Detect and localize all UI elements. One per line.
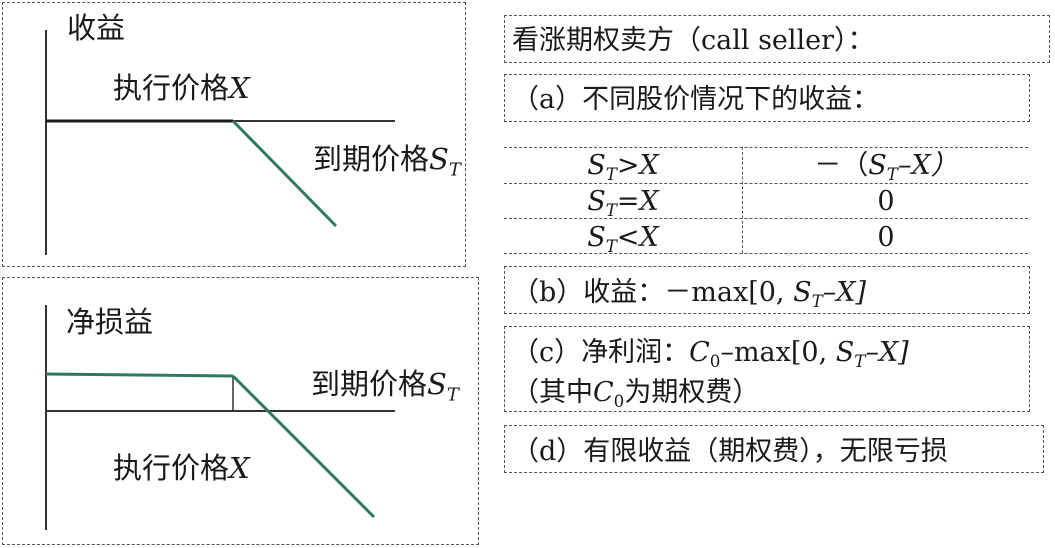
table-line-2 xyxy=(504,183,1028,184)
payoff-strike-label: 执行价格X xyxy=(113,71,250,105)
table-row-3-value: 0 xyxy=(877,222,895,253)
table-row-1-value: －（ST–X） xyxy=(814,150,958,184)
d-text: （d）有限收益（期权费），无限亏损 xyxy=(512,436,948,467)
a-title-text: （a）不同股价情况下的收益： xyxy=(512,84,880,115)
profit-title: 净损益 xyxy=(66,305,154,339)
table-line-1 xyxy=(504,147,1028,148)
table-row-2-value: 0 xyxy=(877,186,895,217)
payoff-title: 收益 xyxy=(67,11,126,45)
profit-strike-label: 执行价格X xyxy=(113,451,250,485)
table-row-2-cond: ST=X xyxy=(587,186,659,220)
profit-expiry-label: 到期价格ST xyxy=(311,367,459,406)
payoff-expiry-label: 到期价格ST xyxy=(313,142,461,181)
c-text-line2: （其中C0为期权费） xyxy=(512,377,760,411)
c-text-line1: （c）净利润：C0–max[0, ST–X] xyxy=(512,337,909,371)
table-row-1-cond: ST>X xyxy=(587,150,659,184)
table-row-3-cond: ST<X xyxy=(587,222,659,256)
b-text: （b）收益：－max[0, ST–X] xyxy=(512,277,867,311)
heading-text: 看涨期权卖方（call seller）： xyxy=(512,25,875,56)
